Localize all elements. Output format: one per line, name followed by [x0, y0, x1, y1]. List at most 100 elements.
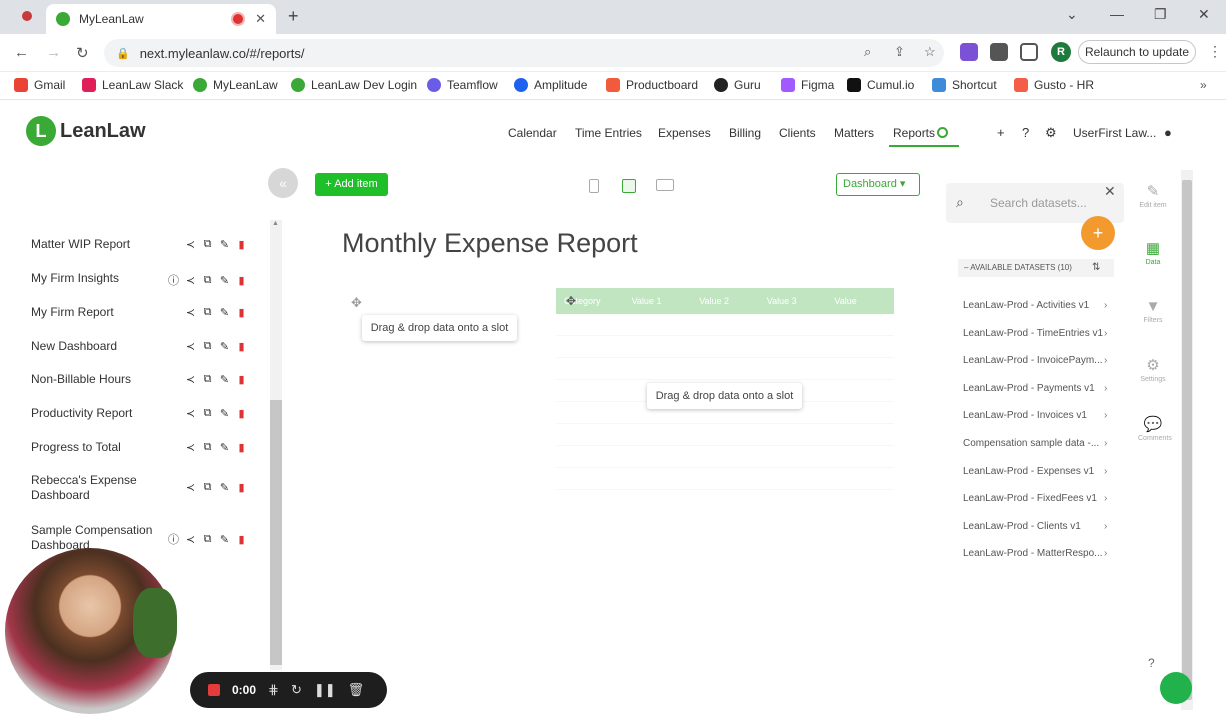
- collapse-sidebar-button[interactable]: «: [268, 168, 298, 198]
- sort-icon[interactable]: ⇅: [1092, 262, 1100, 273]
- bookmark-figma[interactable]: Figma: [781, 78, 834, 92]
- nav-time-entries[interactable]: Time Entries: [575, 126, 642, 140]
- sidebar-report-item[interactable]: Non-Billable Hours: [31, 372, 161, 387]
- delete-trash-icon[interactable]: ▮: [236, 238, 247, 251]
- add-item-button[interactable]: + Add item: [315, 173, 388, 196]
- nav-matters[interactable]: Matters: [834, 126, 874, 140]
- delete-trash-icon[interactable]: ▮: [236, 533, 247, 546]
- rail-data[interactable]: ▦ Data: [1138, 239, 1168, 266]
- scrollbar-thumb[interactable]: [270, 400, 282, 665]
- sidebar-report-item[interactable]: Matter WIP Report: [31, 237, 161, 252]
- bookmark-leanlaw-slack[interactable]: LeanLaw Slack: [82, 78, 183, 92]
- tab-search-icon[interactable]: ⌄: [1066, 6, 1078, 23]
- nav-billing[interactable]: Billing: [729, 126, 761, 140]
- close-panel-icon[interactable]: ✕: [1104, 183, 1116, 200]
- sidebar-report-item[interactable]: My Firm Insights: [31, 271, 161, 286]
- info-icon[interactable]: ⓘ: [168, 531, 179, 547]
- dataset-item[interactable]: LeanLaw-Prod - MatterRespo...: [963, 548, 1113, 559]
- help-icon[interactable]: ?: [1022, 125, 1029, 140]
- page-scrollbar[interactable]: [1181, 170, 1193, 710]
- add-icon[interactable]: +: [997, 125, 1005, 140]
- zoom-icon[interactable]: ⌕: [864, 44, 871, 60]
- share-icon[interactable]: ≺: [185, 238, 196, 251]
- rail-comments[interactable]: 💬 Comments: [1138, 415, 1172, 442]
- delete-trash-icon[interactable]: ▮: [236, 373, 247, 386]
- side-panel-icon[interactable]: [1020, 43, 1038, 61]
- desktop-view-icon[interactable]: [656, 179, 674, 191]
- pause-icon[interactable]: ❚❚: [314, 682, 336, 698]
- dataset-item[interactable]: LeanLaw-Prod - Expenses v1: [963, 466, 1113, 477]
- bookmark-star-icon[interactable]: ☆: [924, 44, 936, 60]
- chat-bubble-icon[interactable]: [1160, 672, 1192, 704]
- edit-pencil-icon[interactable]: ✎: [219, 274, 230, 287]
- nav-clients[interactable]: Clients: [779, 126, 816, 140]
- sidebar-report-item[interactable]: New Dashboard: [31, 339, 161, 354]
- restart-icon[interactable]: ↻: [291, 682, 302, 698]
- forward-icon[interactable]: →: [46, 44, 61, 61]
- bookmark-amplitude[interactable]: Amplitude: [514, 78, 587, 92]
- chevron-right-icon[interactable]: ›: [1104, 493, 1107, 504]
- dataset-item[interactable]: LeanLaw-Prod - Activities v1: [963, 300, 1113, 311]
- maximize-icon[interactable]: ❐: [1154, 6, 1167, 23]
- open-external-icon[interactable]: ⧉: [202, 441, 213, 454]
- close-window-icon[interactable]: ✕: [1198, 6, 1210, 23]
- sidebar-report-item[interactable]: Progress to Total: [31, 440, 161, 455]
- open-external-icon[interactable]: ⧉: [202, 407, 213, 420]
- drop-slot-hint[interactable]: Drag & drop data onto a slot: [647, 383, 802, 409]
- rail-settings[interactable]: ⚙ Settings: [1138, 356, 1168, 383]
- chevron-right-icon[interactable]: ›: [1104, 438, 1107, 449]
- share-icon[interactable]: ≺: [185, 306, 196, 319]
- chevron-right-icon[interactable]: ›: [1104, 548, 1107, 559]
- chevron-right-icon[interactable]: ›: [1104, 328, 1107, 339]
- dashboard-select[interactable]: Dashboard ▾: [836, 173, 920, 196]
- delete-trash-icon[interactable]: ▮: [236, 306, 247, 319]
- scroll-up-icon[interactable]: ▲: [272, 220, 279, 227]
- edit-pencil-icon[interactable]: ✎: [219, 340, 230, 353]
- user-avatar-icon[interactable]: ●: [1164, 125, 1172, 140]
- bookmark-shortcut[interactable]: Shortcut: [932, 78, 997, 92]
- share-icon[interactable]: ⇪: [894, 44, 905, 60]
- rail-filters[interactable]: ▼ Filters: [1138, 298, 1168, 324]
- nav-expenses[interactable]: Expenses: [658, 126, 711, 140]
- settings-gear-icon[interactable]: ⚙: [1045, 125, 1057, 141]
- delete-trash-icon[interactable]: ▮: [236, 481, 247, 494]
- back-icon[interactable]: ←: [14, 44, 29, 61]
- share-icon[interactable]: ≺: [185, 481, 196, 494]
- page-scrollbar-thumb[interactable]: [1182, 180, 1192, 700]
- open-external-icon[interactable]: ⧉: [202, 340, 213, 353]
- edit-pencil-icon[interactable]: ✎: [219, 441, 230, 454]
- edit-pencil-icon[interactable]: ✎: [219, 306, 230, 319]
- bookmark-dev-login[interactable]: LeanLaw Dev Login: [291, 78, 417, 92]
- rail-edit-item[interactable]: ✎ Edit item: [1138, 182, 1168, 209]
- trash-icon[interactable]: 🗑: [348, 682, 365, 698]
- share-icon[interactable]: ≺: [185, 533, 196, 546]
- close-tab-icon[interactable]: ✕: [255, 11, 266, 27]
- share-icon[interactable]: ≺: [185, 340, 196, 353]
- open-external-icon[interactable]: ⧉: [202, 373, 213, 386]
- open-external-icon[interactable]: ⧉: [202, 306, 213, 319]
- bookmark-teamflow[interactable]: Teamflow: [427, 78, 498, 92]
- bookmark-myleanlaw[interactable]: MyLeanLaw: [193, 78, 278, 92]
- nav-reports[interactable]: Reports: [893, 126, 935, 140]
- delete-trash-icon[interactable]: ▮: [236, 340, 247, 353]
- user-menu[interactable]: UserFirst Law...: [1073, 126, 1156, 140]
- help-question-icon[interactable]: ?: [1148, 656, 1155, 670]
- sidebar-report-item[interactable]: Rebecca's Expense Dashboard: [31, 473, 161, 503]
- edit-pencil-icon[interactable]: ✎: [219, 407, 230, 420]
- open-external-icon[interactable]: ⧉: [202, 274, 213, 287]
- bookmark-productboard[interactable]: Productboard: [606, 78, 698, 92]
- dataset-item[interactable]: LeanLaw-Prod - Invoices v1: [963, 410, 1113, 421]
- delete-trash-icon[interactable]: ▮: [236, 441, 247, 454]
- chevron-right-icon[interactable]: ›: [1104, 355, 1107, 366]
- open-external-icon[interactable]: ⧉: [202, 481, 213, 494]
- share-icon[interactable]: ≺: [185, 373, 196, 386]
- mobile-view-icon[interactable]: [589, 179, 599, 193]
- bookmark-cumulio[interactable]: Cumul.io: [847, 78, 914, 92]
- chevron-right-icon[interactable]: ›: [1104, 383, 1107, 394]
- edit-pencil-icon[interactable]: ✎: [219, 238, 230, 251]
- bookmark-gusto[interactable]: Gusto - HR: [1014, 78, 1094, 92]
- sidebar-scrollbar[interactable]: [270, 220, 282, 670]
- dataset-item[interactable]: LeanLaw-Prod - Clients v1: [963, 521, 1113, 532]
- edit-pencil-icon[interactable]: ✎: [219, 481, 230, 494]
- relaunch-button[interactable]: Relaunch to update: [1078, 40, 1196, 64]
